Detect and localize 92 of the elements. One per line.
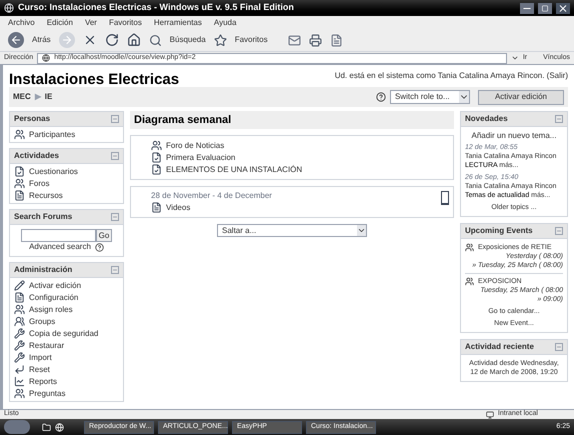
- maximize-button[interactable]: [538, 2, 552, 14]
- block-title: Novedades: [465, 114, 508, 124]
- people-icon: [14, 388, 25, 399]
- breadcrumb-separator: ▶: [34, 92, 41, 102]
- document-icon: [151, 202, 162, 213]
- block-link[interactable]: Participantes: [29, 130, 76, 140]
- jump-select[interactable]: Saltar a...: [217, 224, 367, 237]
- page-icon: [4, 3, 14, 13]
- menu-item[interactable]: Herramientas: [154, 16, 202, 28]
- document-check-icon: [151, 164, 162, 175]
- block-link[interactable]: Preguntas: [29, 388, 66, 398]
- search-field[interactable]: [20, 229, 96, 242]
- printer-icon[interactable]: [308, 34, 322, 46]
- return-arrow-icon: [14, 364, 25, 375]
- block-title: Search Forums: [14, 212, 72, 222]
- search-button[interactable]: Búsqueda: [170, 34, 206, 46]
- breadcrumb-link[interactable]: IE: [44, 92, 52, 102]
- breadcrumb-link[interactable]: MEC: [13, 92, 31, 102]
- menu-item[interactable]: Archivo: [8, 16, 35, 28]
- block-link[interactable]: Recursos: [29, 190, 63, 200]
- block-link[interactable]: Reset: [29, 364, 50, 374]
- block-link[interactable]: Import: [29, 352, 52, 362]
- wrench-icon: [14, 352, 25, 363]
- back-button[interactable]: Atrás: [32, 34, 51, 46]
- go-button[interactable]: Go: [96, 229, 112, 242]
- window-title: Curso: Instalaciones Electricas - Windows uE v. 9.5 Final Edition: [18, 1, 295, 14]
- week-dates: 28 de November - 4 de December: [151, 191, 272, 201]
- wrench-icon: [14, 328, 25, 339]
- block-link[interactable]: Configuración: [29, 292, 78, 302]
- folder-icon[interactable]: [42, 422, 51, 432]
- document-icon: [14, 292, 25, 303]
- activity-link[interactable]: Primera Evaluacion: [166, 152, 236, 162]
- back-icon[interactable]: [8, 32, 24, 48]
- dropdown-icon[interactable]: [510, 54, 519, 62]
- edit-button[interactable]: Activar edición: [478, 90, 564, 104]
- block-link[interactable]: Reports: [29, 376, 58, 386]
- people-icon: [465, 277, 474, 286]
- menu-item[interactable]: Ayuda: [214, 16, 236, 28]
- document-icon[interactable]: [330, 34, 343, 46]
- page-icon: [42, 54, 50, 62]
- highlight-icon[interactable]: [441, 191, 449, 205]
- menu-item[interactable]: Ver: [84, 16, 97, 28]
- line-chart-icon: [14, 376, 25, 387]
- minimize-button[interactable]: [520, 2, 534, 14]
- block-link[interactable]: Copia de seguridad: [29, 328, 98, 338]
- computer-icon: [486, 410, 494, 418]
- star-icon[interactable]: [214, 34, 227, 46]
- role-select[interactable]: Switch role to...: [390, 90, 470, 104]
- start-button[interactable]: [4, 420, 30, 434]
- dropdown-icon: [458, 91, 469, 103]
- document-icon: [14, 190, 25, 201]
- wrench-icon: [14, 340, 25, 351]
- login-info: Ud. está en el sistema como Tania Catalina Amaya Rincon. (Salir): [334, 71, 568, 81]
- advanced-search-link[interactable]: Advanced search: [29, 242, 91, 252]
- block-title: Actividades: [14, 151, 59, 161]
- browser-icon[interactable]: [55, 422, 64, 432]
- home-icon[interactable]: [126, 33, 141, 47]
- activity-link[interactable]: Foro de Noticias: [166, 140, 224, 150]
- menu-item[interactable]: Edición: [46, 16, 73, 28]
- people-icon: [14, 129, 25, 140]
- section-title: Diagrama semanal: [134, 115, 232, 125]
- help-icon[interactable]: [94, 242, 104, 252]
- block-link[interactable]: Cuestionarios: [29, 166, 78, 176]
- menu-item[interactable]: Favoritos: [108, 16, 142, 28]
- block-link[interactable]: Assign roles: [29, 304, 73, 314]
- block-title: Upcoming Events: [465, 226, 533, 236]
- document-check-icon: [14, 166, 25, 177]
- group-icon: [14, 316, 25, 327]
- block-link[interactable]: Foros: [29, 178, 50, 188]
- mail-icon[interactable]: [288, 34, 301, 46]
- block-link[interactable]: Groups: [29, 316, 56, 326]
- block-link[interactable]: Activar edición: [29, 280, 82, 290]
- block-title: Personas: [14, 114, 50, 124]
- document-check-icon: [151, 152, 162, 163]
- people-icon: [14, 304, 25, 315]
- refresh-icon[interactable]: [104, 33, 119, 47]
- block-title: Administración: [14, 265, 72, 275]
- people-icon: [14, 178, 25, 189]
- block-title: Actividad reciente: [465, 342, 534, 352]
- people-icon: [151, 140, 162, 151]
- pencil-icon: [14, 280, 25, 291]
- activity-link[interactable]: Videos: [166, 202, 190, 212]
- search-icon[interactable]: [148, 34, 162, 46]
- add-topic-link[interactable]: Añadir un nuevo tema...: [465, 131, 563, 140]
- people-icon: [465, 243, 474, 252]
- close-button[interactable]: [556, 2, 570, 14]
- block-link[interactable]: Restaurar: [29, 340, 64, 350]
- course-heading: Instalaciones Electricas: [9, 75, 180, 85]
- help-icon[interactable]: [376, 92, 386, 102]
- activity-link[interactable]: ELEMENTOS DE UNA INSTALACIÓN: [166, 164, 302, 174]
- favorites-button[interactable]: Favoritos: [234, 34, 268, 46]
- dropdown-icon: [357, 225, 366, 236]
